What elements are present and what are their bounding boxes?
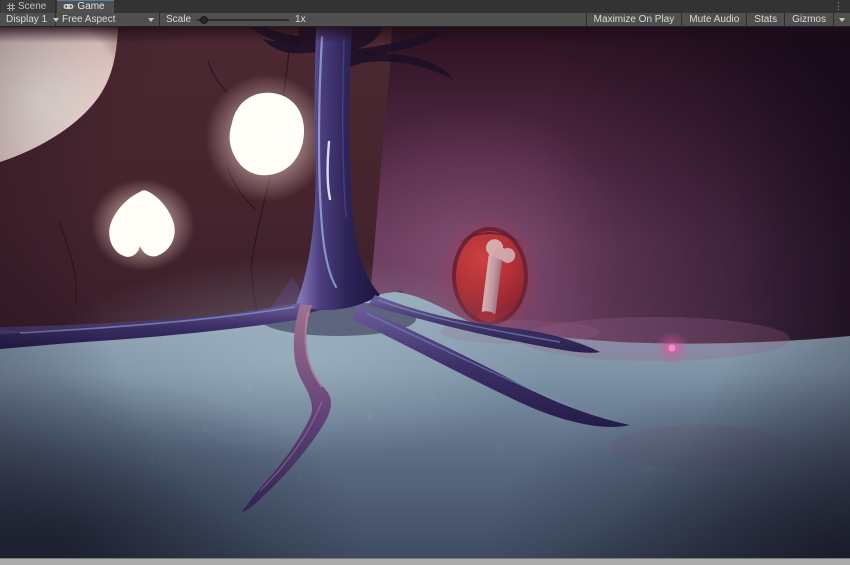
- display-dropdown[interactable]: Display 1: [0, 13, 60, 26]
- vignette: [0, 27, 850, 558]
- display-dropdown-value: Display 1: [6, 14, 48, 25]
- unity-editor-window: Scene Game ⋮ Display 1 Free Aspect Scale…: [0, 0, 850, 565]
- gizmos-dropdown-arrow[interactable]: [833, 13, 850, 26]
- tab-game[interactable]: Game: [57, 0, 114, 13]
- kebab-menu-icon[interactable]: ⋮: [827, 0, 850, 13]
- scale-label: Scale: [166, 14, 192, 25]
- maximize-on-play-button[interactable]: Maximize On Play: [585, 13, 682, 26]
- chevron-down-icon: [839, 17, 845, 22]
- grid-icon: [7, 2, 15, 11]
- stats-button[interactable]: Stats: [746, 13, 784, 26]
- scale-slider[interactable]: [197, 15, 290, 25]
- scale-value: 1x: [295, 14, 306, 25]
- aspect-dropdown-value: Free Aspect: [62, 14, 116, 25]
- aspect-dropdown[interactable]: Free Aspect: [56, 13, 160, 26]
- scale-slider-track: [197, 19, 290, 21]
- game-view-toolbar: Display 1 Free Aspect Scale 1x Maximize …: [0, 13, 850, 27]
- game-scene-render: [0, 27, 850, 558]
- gizmos-button[interactable]: Gizmos: [784, 13, 833, 26]
- tab-scene-label: Scene: [18, 1, 47, 12]
- tab-scene[interactable]: Scene: [1, 0, 57, 13]
- chevron-down-icon: [148, 17, 154, 22]
- mute-audio-button[interactable]: Mute Audio: [681, 13, 746, 26]
- scale-control: Scale 1x: [160, 14, 312, 25]
- tab-game-label: Game: [77, 1, 105, 12]
- gamepad-icon: [63, 3, 74, 10]
- scale-slider-knob[interactable]: [200, 15, 209, 24]
- view-tab-bar: Scene Game ⋮: [0, 0, 850, 13]
- game-viewport[interactable]: [0, 27, 850, 558]
- window-bottom-strip: [0, 558, 850, 565]
